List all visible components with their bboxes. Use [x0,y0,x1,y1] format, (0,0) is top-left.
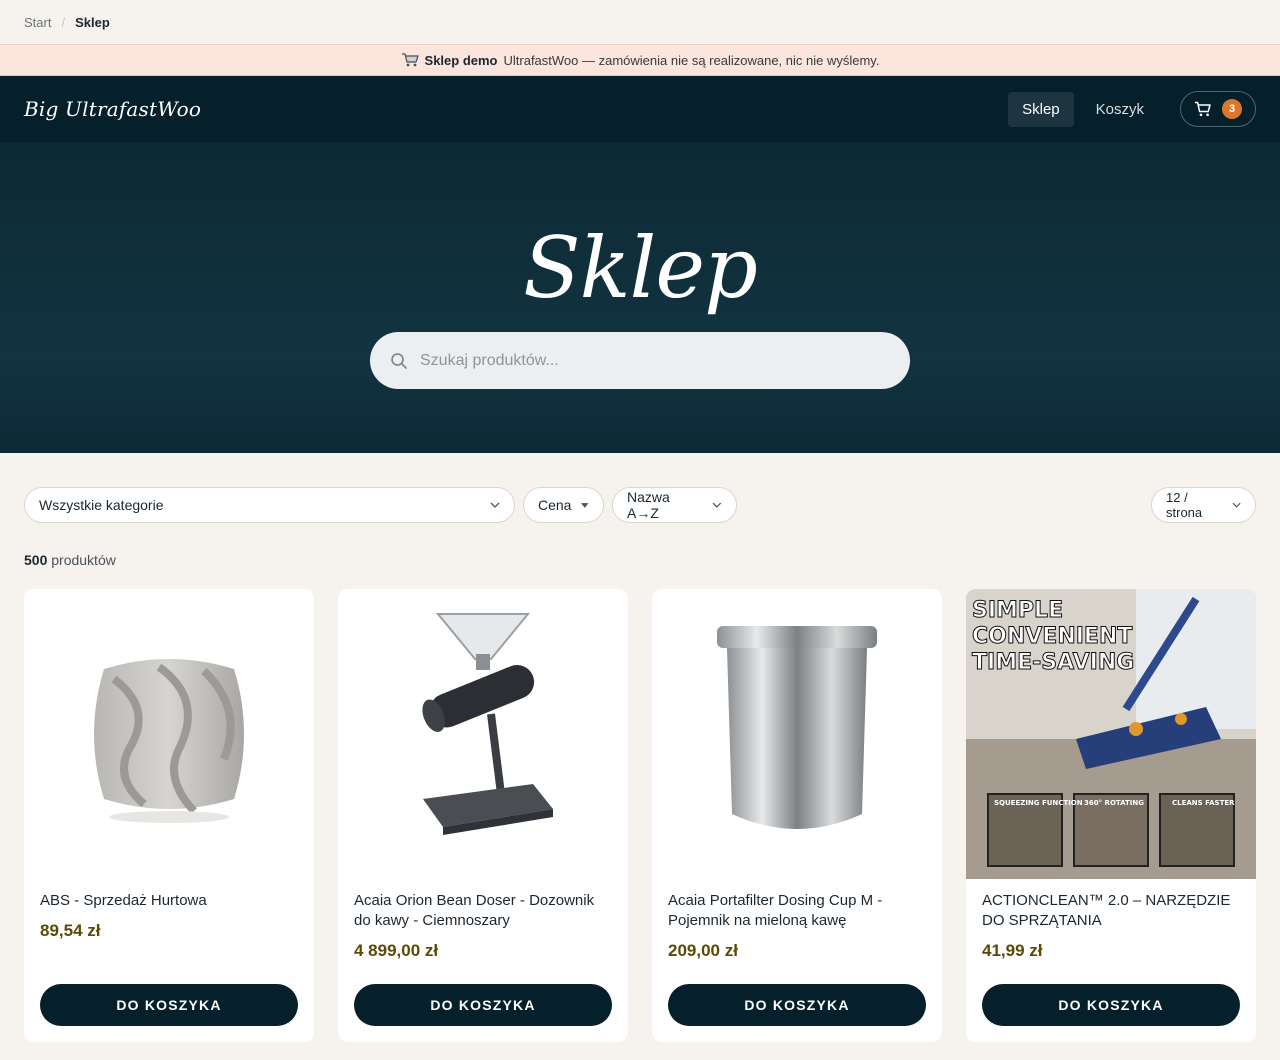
dosing-cup-image [717,626,877,829]
per-page-select[interactable]: 12 / strona [1151,487,1256,523]
demo-banner-title: Sklep demo [424,52,498,68]
product-price: 41,99 zł [982,941,1043,960]
product-price: 89,54 zł [40,921,101,940]
demo-banner-text: UltrafastWoo — zamówienia nie są realizo… [503,52,880,68]
cart-count-badge: 3 [1222,99,1242,119]
caret-down-icon [581,502,589,508]
mop-caption: SQUEEZING FUNCTION [994,799,1083,807]
product-image[interactable] [652,589,942,879]
category-select[interactable]: Wszystkie kategorie [24,487,515,523]
sort-select[interactable]: Nazwa A→Z [612,487,737,523]
breadcrumb-current: Sklep [75,14,110,30]
product-grid: ABS - Sprzedaż Hurtowa 89,54 zł DO KOSZY… [24,589,1256,1042]
sort-select-value: Nazwa A→Z [627,489,670,521]
search-input[interactable] [420,351,880,370]
product-name[interactable]: ABS - Sprzedaż Hurtowa [40,891,298,911]
chevron-down-icon [490,502,500,508]
page-title: Sklep [523,219,758,317]
search-bar [370,332,910,389]
add-to-cart-button[interactable]: DO KOSZYKA [668,984,926,1026]
product-name[interactable]: Acaia Portafilter Dosing Cup M - Pojemni… [668,891,926,931]
shopping-cart-icon [401,53,419,67]
product-price: 209,00 zł [668,941,738,960]
cart-icon [1195,101,1211,117]
mop-image-text: CONVENIENT [972,624,1132,649]
navbar: Big UltrafastWoo Sklep Koszyk 3 [0,76,1280,142]
nav-link-shop[interactable]: Sklep [1008,91,1074,127]
bean-doser-image [422,613,553,835]
price-filter-label: Cena [538,497,572,513]
product-card[interactable]: ABS - Sprzedaż Hurtowa 89,54 zł DO KOSZY… [24,589,314,1042]
product-image[interactable] [338,589,628,879]
demo-banner: Sklep demo UltrafastWoo — zamówienia nie… [0,44,1280,76]
product-card[interactable]: Acaia Portafilter Dosing Cup M - Pojemni… [652,589,942,1042]
category-select-value: Wszystkie kategorie [39,497,164,513]
cart-button[interactable]: 3 [1180,91,1256,127]
product-card[interactable]: Acaia Orion Bean Doser - Dozownik do kaw… [338,589,628,1042]
breadcrumb-separator: / [61,14,66,30]
product-image[interactable] [24,589,314,879]
mop-caption: 360° ROTATING [1084,799,1144,807]
hero: Sklep [0,142,1280,453]
per-page-select-value: 12 / strona [1166,490,1203,520]
search-icon [391,352,407,369]
vase-image [94,659,244,823]
product-name[interactable]: ACTIONCLEAN™ 2.0 – NARZĘDZIE DO SPRZĄTAN… [982,891,1240,931]
product-price: 4 899,00 zł [354,941,439,960]
chevron-down-icon [712,502,722,508]
mop-image-text: SIMPLE [972,598,1063,623]
mop-image-text: TIME-SAVING [972,650,1134,675]
add-to-cart-button[interactable]: DO KOSZYKA [982,984,1240,1026]
product-card[interactable]: SIMPLE CONVENIENT TIME-SAVING SQUEEZING … [966,589,1256,1042]
mop-image: SIMPLE CONVENIENT TIME-SAVING SQUEEZING … [966,589,1256,879]
price-filter-button[interactable]: Cena [523,487,604,523]
results-count-label: produktów [51,552,116,568]
results-count: 500 produktów [24,552,116,568]
breadcrumb-start-link[interactable]: Start [24,15,51,30]
breadcrumb: Start / Sklep [0,0,1280,44]
product-image[interactable]: SIMPLE CONVENIENT TIME-SAVING SQUEEZING … [966,589,1256,879]
mop-caption: CLEANS FASTER [1172,799,1235,807]
product-name[interactable]: Acaia Orion Bean Doser - Dozownik do kaw… [354,891,612,931]
site-logo[interactable]: Big UltrafastWoo [24,97,201,121]
filter-bar: Wszystkie kategorie Cena Nazwa A→Z 12 / … [24,487,1256,523]
nav-link-cart[interactable]: Koszyk [1082,92,1158,127]
results-count-number: 500 [24,552,48,568]
add-to-cart-button[interactable]: DO KOSZYKA [354,984,612,1026]
chevron-down-icon [1232,502,1241,508]
add-to-cart-button[interactable]: DO KOSZYKA [40,984,298,1026]
